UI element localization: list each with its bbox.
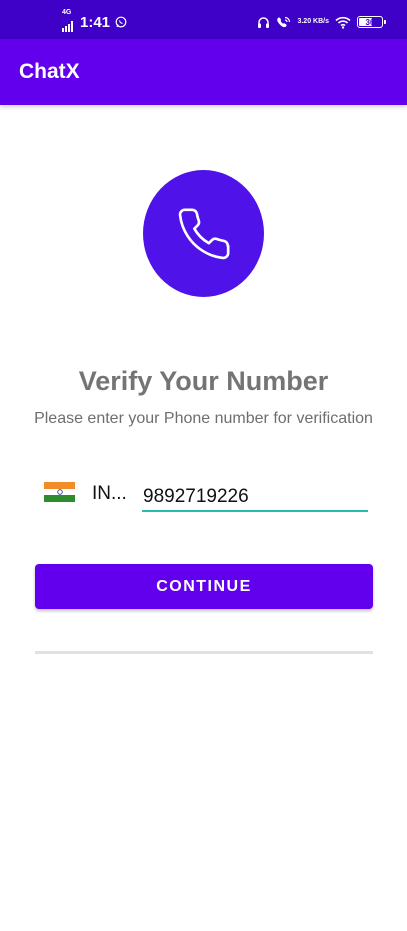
wifi-icon [335,16,351,29]
wifi-call-icon [277,16,291,27]
india-flag-icon[interactable] [44,482,75,502]
headset-icon [258,16,270,28]
country-code-picker[interactable]: IN... [92,483,127,505]
phone-icon [178,208,229,259]
battery-level: 36 [365,17,375,27]
phone-circle [143,170,264,297]
status-bar: 4G 1:41 3.20 KB/s 36 [0,0,407,39]
network-type: 4G [62,9,72,16]
continue-button[interactable]: CONTINUE [35,564,373,609]
app-title: ChatX [19,60,80,83]
whatsapp-icon [115,16,127,28]
network-speed: 3.20 KB/s [297,18,329,25]
progress-track [35,651,373,654]
battery-icon: 36 [357,16,386,28]
status-right: 3.20 KB/s 36 [257,12,386,32]
phone-number-input[interactable] [142,480,368,512]
app-bar: ChatX [0,39,407,105]
page-title: Verify Your Number [78,366,329,396]
status-left: 4G 1:41 [62,9,127,32]
signal-icon [62,20,73,32]
page-subtitle: Please enter your Phone number for verif… [34,410,373,427]
clock: 1:41 [80,13,111,31]
